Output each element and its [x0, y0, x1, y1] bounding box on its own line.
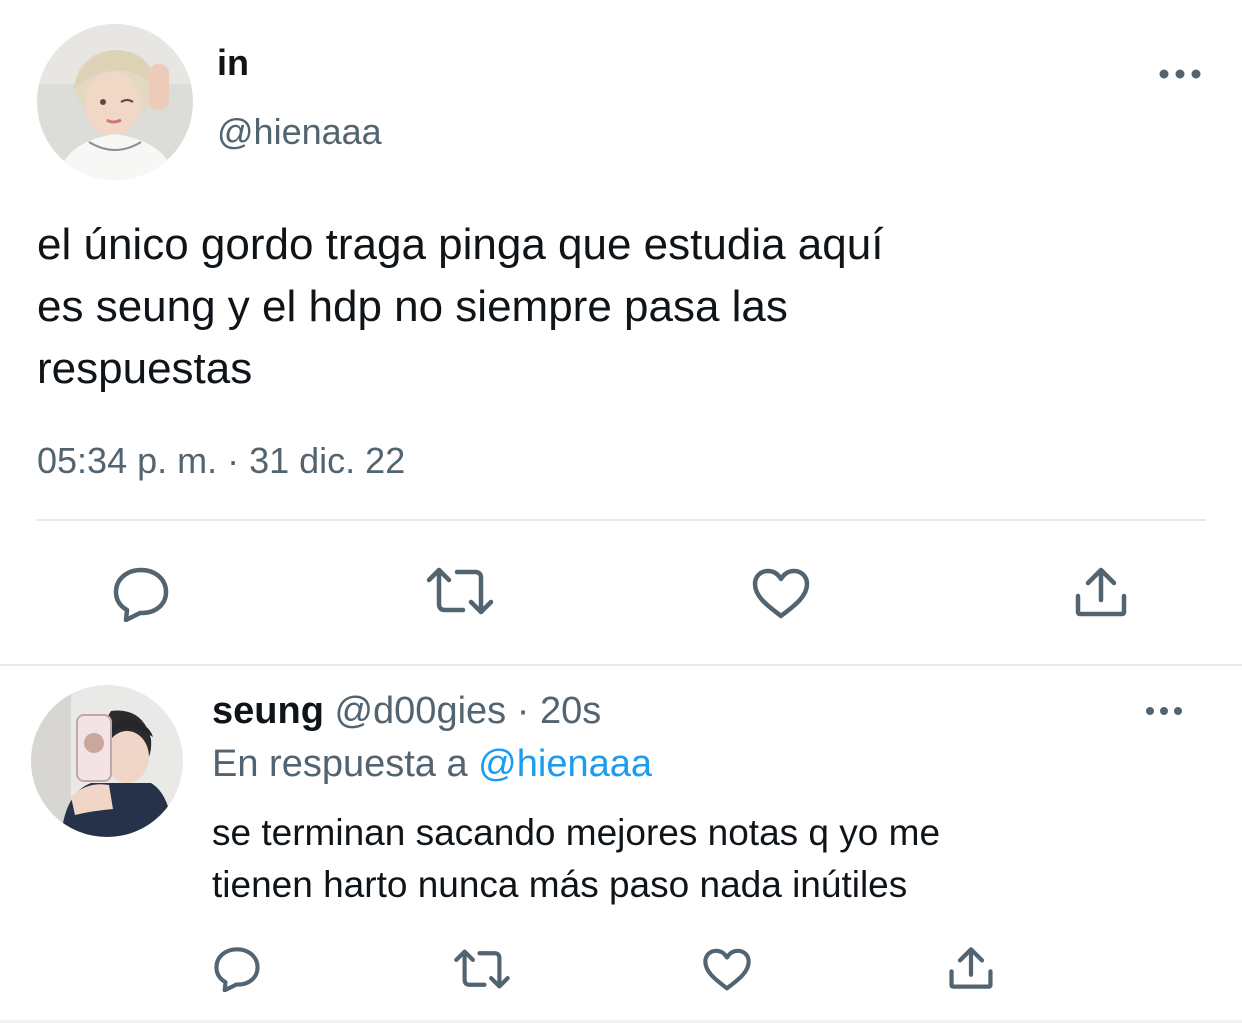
author-handle[interactable]: @hienaaa	[217, 110, 382, 154]
reply-icon	[214, 947, 260, 992]
reply-text-line: se terminan sacando mejores notas q yo m…	[212, 812, 941, 853]
avatar-photo	[37, 24, 193, 180]
retweet-icon	[426, 567, 494, 615]
reply-more-options-button[interactable]	[1144, 703, 1184, 719]
more-horizontal-icon	[1159, 69, 1201, 79]
tweet-timestamp[interactable]: 05:34 p. m. · 31 dic. 22	[37, 437, 405, 485]
tweet-text-line: respuestas	[37, 344, 253, 393]
share-button[interactable]	[1074, 566, 1128, 618]
reply-to-line: En respuesta a @hienaaa	[212, 741, 652, 787]
reply-text: se terminan sacando mejores notas q yo m…	[212, 807, 1202, 911]
like-icon	[752, 568, 810, 619]
reply-like-button[interactable]	[702, 948, 752, 992]
reply-author-avatar[interactable]	[31, 685, 183, 837]
reply-to-mention[interactable]: @hienaaa	[478, 743, 652, 785]
meta-separator: ·	[516, 690, 530, 732]
avatar-photo	[31, 685, 183, 837]
reply-share-button[interactable]	[948, 946, 994, 990]
divider	[0, 664, 1242, 666]
divider	[37, 519, 1206, 521]
like-icon	[703, 948, 751, 991]
author-avatar[interactable]	[37, 24, 193, 180]
more-horizontal-icon	[1146, 707, 1182, 715]
retweet-icon	[454, 949, 510, 989]
tweet-text-line: es seung y el hdp no siempre pasa las	[37, 282, 788, 331]
tweet-text-line: el único gordo traga pinga que estudia a…	[37, 220, 884, 269]
tweet-text: el único gordo traga pinga que estudia a…	[37, 214, 1197, 400]
more-options-button[interactable]	[1158, 66, 1202, 82]
reply-to-prefix: En respuesta a	[212, 743, 468, 785]
like-button[interactable]	[751, 568, 811, 620]
reply-header: seung @d00gies · 20s	[212, 688, 601, 734]
retweet-button[interactable]	[425, 566, 495, 616]
reply-reply-button[interactable]	[213, 946, 261, 992]
reply-retweet-button[interactable]	[453, 948, 511, 990]
reply-time[interactable]: 20s	[540, 690, 601, 732]
share-icon	[949, 947, 993, 989]
share-icon	[1075, 567, 1127, 617]
author-display-name[interactable]: in	[217, 41, 249, 85]
reply-author-display-name[interactable]: seung	[212, 690, 324, 732]
reply-text-line: tienen harto nunca más paso nada inútile…	[212, 864, 908, 905]
reply-button[interactable]	[112, 566, 170, 622]
reply-author-handle[interactable]: @d00gies	[334, 690, 506, 732]
reply-icon	[113, 567, 169, 622]
